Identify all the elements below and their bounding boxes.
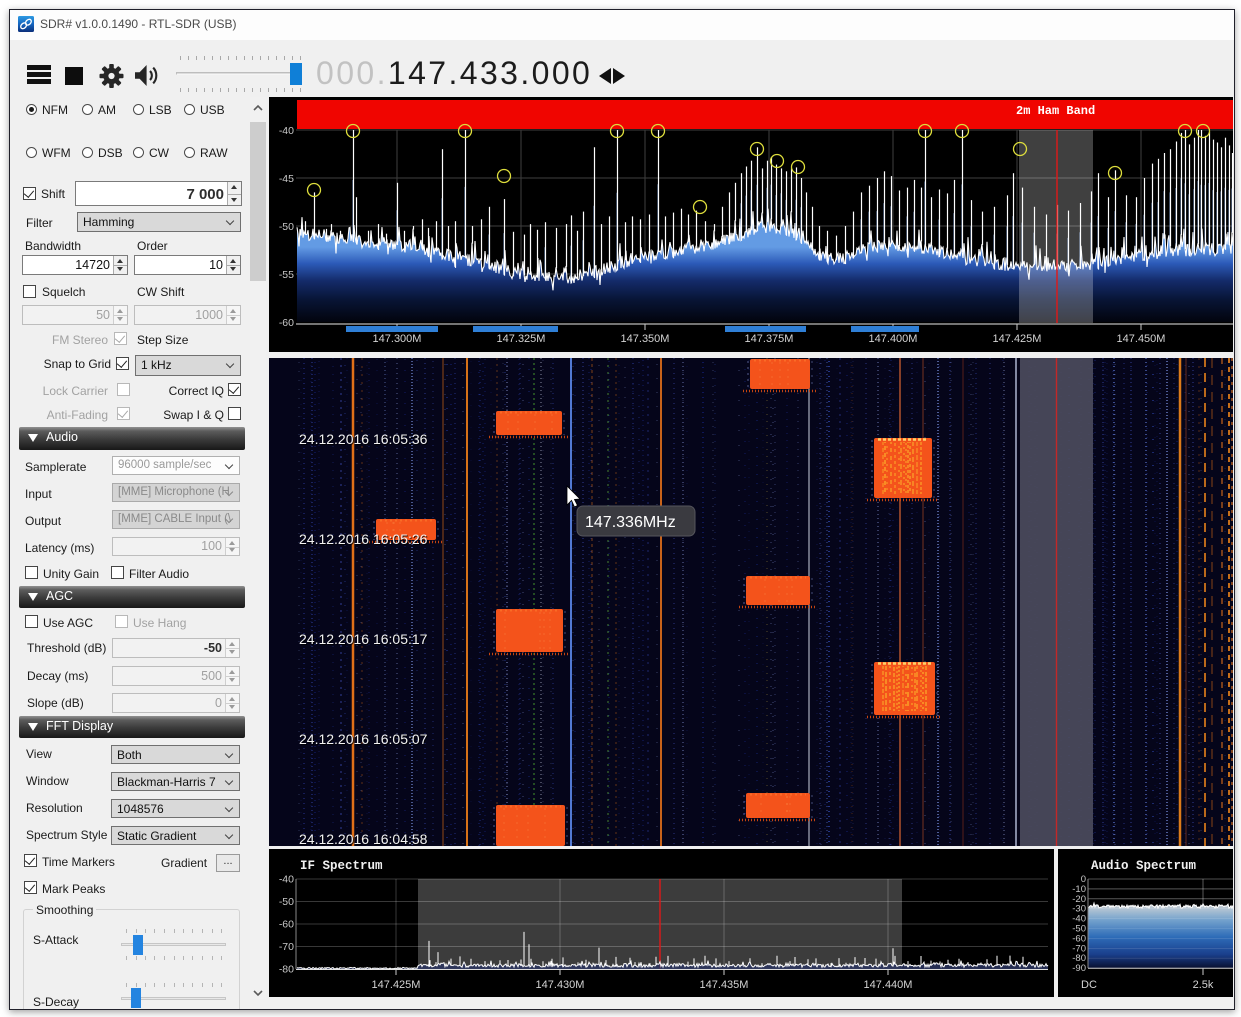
- svg-text:-40: -40: [279, 125, 294, 137]
- svg-text:2m Ham Band: 2m Ham Band: [1016, 104, 1095, 118]
- svg-text:147.425M: 147.425M: [372, 979, 421, 991]
- svg-text:147.350M: 147.350M: [621, 333, 670, 345]
- svg-text:-80: -80: [279, 964, 294, 976]
- svg-text:-45: -45: [279, 173, 294, 185]
- svg-text:-60: -60: [279, 919, 294, 931]
- svg-text:24.12.2016 16:05:26: 24.12.2016 16:05:26: [299, 531, 428, 547]
- svg-text:Audio Spectrum: Audio Spectrum: [1091, 859, 1197, 873]
- svg-text:-50: -50: [279, 896, 294, 908]
- svg-text:-90: -90: [1072, 963, 1086, 974]
- svg-text:147.300M: 147.300M: [373, 333, 422, 345]
- svg-text:-70: -70: [279, 941, 294, 953]
- svg-text:147.435M: 147.435M: [700, 979, 749, 991]
- svg-text:24.12.2016 16:05:07: 24.12.2016 16:05:07: [299, 731, 428, 747]
- svg-text:147.325M: 147.325M: [497, 333, 546, 345]
- svg-text:DC: DC: [1081, 979, 1097, 991]
- svg-text:147.425M: 147.425M: [993, 333, 1042, 345]
- svg-text:-55: -55: [279, 269, 294, 281]
- svg-text:-50: -50: [279, 221, 294, 233]
- svg-text:147.375M: 147.375M: [745, 333, 794, 345]
- svg-text:147.440M: 147.440M: [864, 979, 913, 991]
- svg-text:IF Spectrum: IF Spectrum: [300, 859, 383, 873]
- svg-text:24.12.2016 16:05:36: 24.12.2016 16:05:36: [299, 431, 428, 447]
- svg-text:147.400M: 147.400M: [869, 333, 918, 345]
- svg-text:147.450M: 147.450M: [1117, 333, 1166, 345]
- svg-text:-40: -40: [279, 874, 294, 886]
- svg-text:24.12.2016 16:05:17: 24.12.2016 16:05:17: [299, 631, 428, 647]
- svg-text:147.430M: 147.430M: [536, 979, 585, 991]
- svg-text:147.336MHz: 147.336MHz: [585, 514, 676, 531]
- svg-text:2.5k: 2.5k: [1193, 979, 1214, 991]
- svg-text:-60: -60: [279, 317, 294, 329]
- svg-text:24.12.2016 16:04:58: 24.12.2016 16:04:58: [299, 831, 428, 846]
